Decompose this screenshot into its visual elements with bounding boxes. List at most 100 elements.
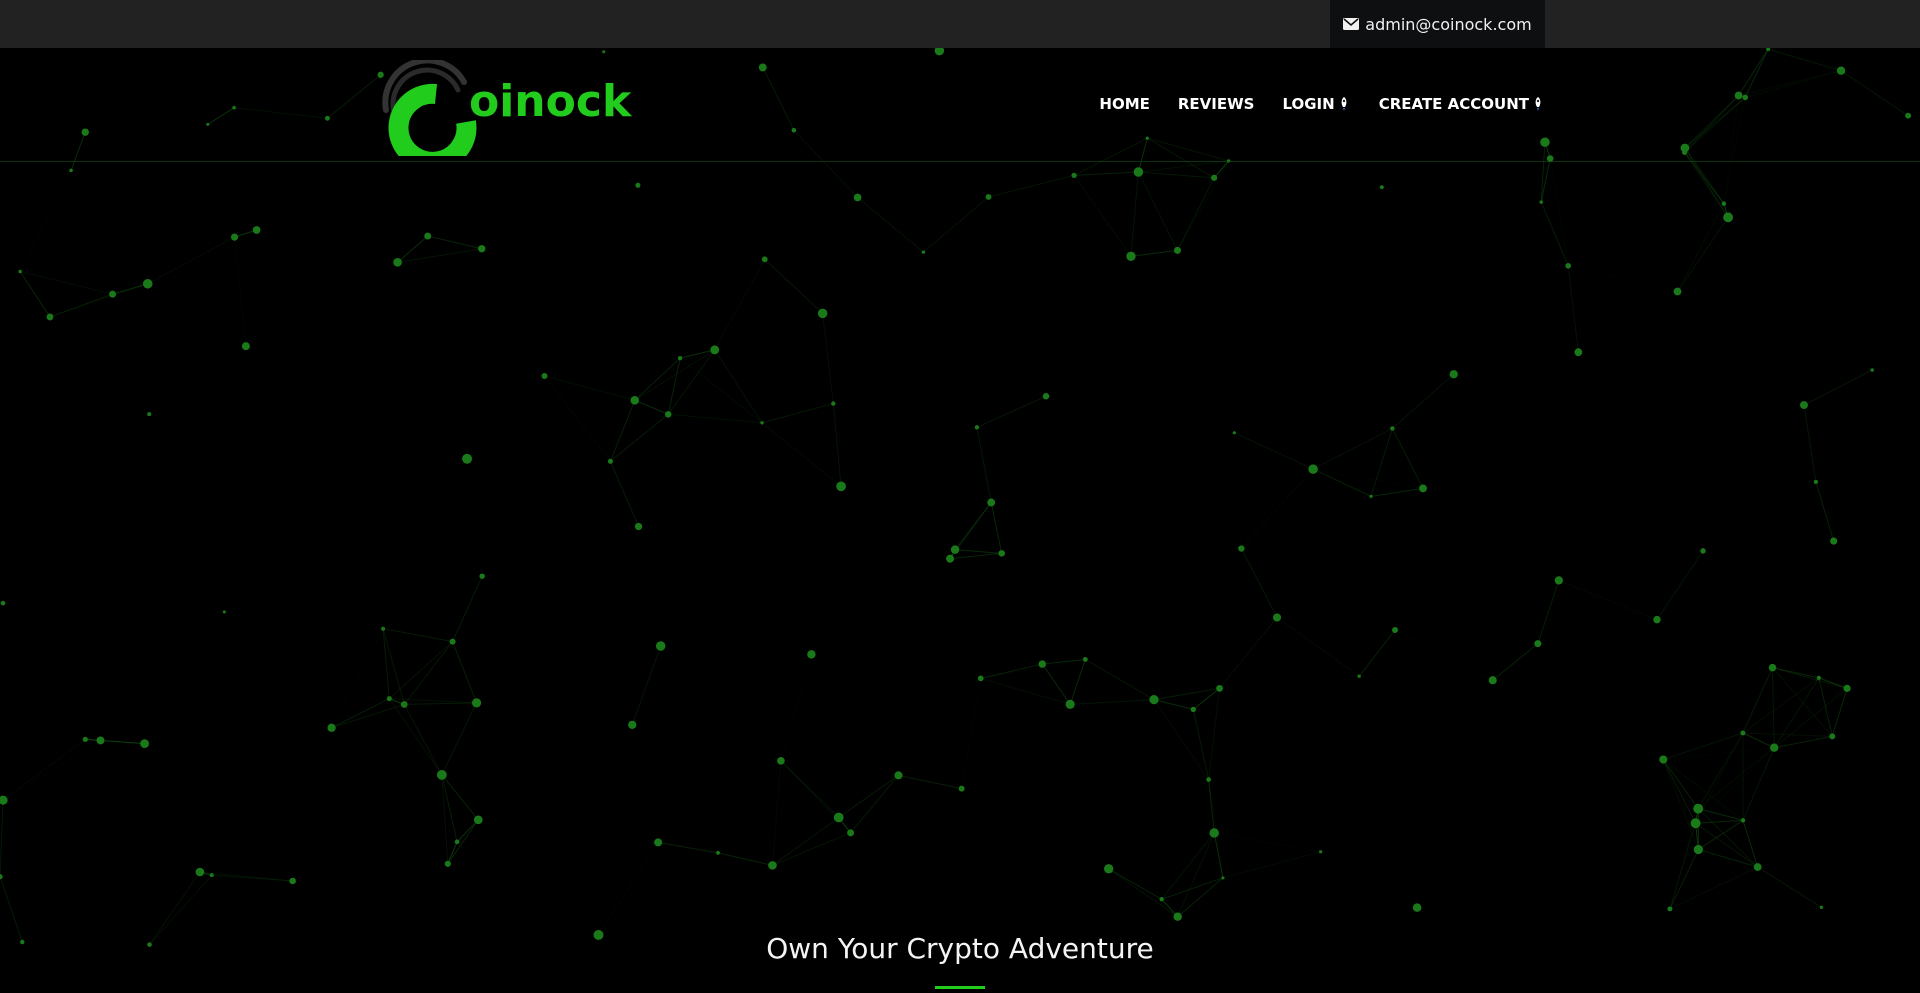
contact-email-link[interactable]: admin@coinock.com: [1330, 0, 1545, 48]
network-line: [1222, 851, 1321, 879]
network-node: [761, 256, 768, 263]
network-node: [958, 785, 965, 792]
network-line: [988, 174, 1075, 198]
hero-title-underline: [935, 986, 985, 989]
network-line: [1493, 580, 1559, 680]
network-node: [289, 877, 296, 885]
network-line: [1313, 468, 1424, 489]
network-line: [1392, 373, 1455, 429]
network-line: [598, 842, 659, 936]
network-node: [1216, 684, 1223, 692]
network-node: [1770, 743, 1779, 752]
network-line: [1219, 617, 1278, 689]
network-line: [456, 819, 479, 843]
network-node: [1653, 615, 1661, 624]
network-line: [610, 413, 669, 462]
network-line: [1695, 819, 1744, 824]
network-line: [1312, 468, 1372, 497]
network-node: [541, 373, 548, 379]
network-node: [974, 425, 980, 430]
network-line: [658, 842, 772, 865]
network-line: [639, 414, 669, 526]
network-line: [1214, 832, 1321, 853]
network-line: [20, 170, 71, 271]
network-node: [628, 720, 637, 729]
network-node: [807, 650, 816, 659]
network-node: [987, 498, 996, 507]
network-node: [241, 342, 250, 351]
network-line: [980, 677, 1071, 705]
network-line: [1391, 428, 1424, 489]
network-node: [1554, 576, 1563, 585]
network-node: [1574, 348, 1583, 357]
network-line: [980, 658, 1086, 679]
network-line: [950, 552, 1002, 560]
nav-reviews[interactable]: REVIEWS: [1178, 95, 1255, 113]
network-node: [1232, 431, 1236, 435]
network-node: [833, 812, 844, 823]
particle-network-background: [0, 48, 1912, 947]
network-line: [331, 703, 405, 729]
network-line: [0, 800, 4, 877]
nav-login[interactable]: LOGIN: [1282, 95, 1350, 113]
network-line: [467, 459, 482, 576]
network-node: [0, 795, 8, 805]
network-node: [836, 481, 846, 492]
network-node: [847, 829, 855, 837]
network-node: [393, 258, 402, 267]
network-node: [82, 736, 88, 742]
network-line: [1423, 374, 1454, 488]
network-line: [715, 313, 823, 349]
network-node: [222, 610, 226, 614]
network-line: [1137, 171, 1178, 251]
network-node: [252, 226, 261, 234]
rocket-icon: [1535, 97, 1541, 111]
network-line: [668, 413, 763, 424]
network-line: [1370, 487, 1424, 497]
network-node: [1173, 912, 1182, 921]
network-node: [1723, 212, 1733, 223]
network-node: [760, 421, 764, 425]
network-line: [832, 403, 842, 487]
network-line: [49, 283, 148, 318]
network-node: [1659, 755, 1668, 764]
network-line: [1208, 779, 1215, 834]
network-node: [1419, 484, 1427, 493]
network-line: [3, 740, 100, 800]
network-node: [1667, 906, 1673, 912]
network-node: [1488, 676, 1497, 685]
nav-login-label: LOGIN: [1282, 95, 1335, 113]
network-line: [1669, 866, 1758, 910]
network-line: [447, 819, 479, 865]
network-node: [0, 874, 3, 880]
network-line: [1831, 688, 1848, 737]
network-node: [1813, 479, 1819, 485]
network-node: [1133, 167, 1144, 177]
network-line: [2, 738, 86, 801]
network-line: [1320, 851, 1418, 909]
nav-reviews-label: REVIEWS: [1177, 95, 1255, 113]
network-line: [477, 703, 479, 820]
logo-text[interactable]: oinock: [469, 76, 631, 127]
network-node: [710, 345, 720, 355]
network-line: [1771, 667, 1775, 748]
network-node: [1211, 174, 1218, 181]
network-line: [1558, 579, 1658, 621]
network-node: [473, 815, 483, 825]
network-node: [1800, 401, 1808, 410]
network-node: [140, 739, 149, 748]
network-node: [1700, 548, 1706, 554]
nav-home[interactable]: HOME: [1099, 95, 1149, 113]
network-node: [195, 867, 205, 877]
network-line: [1234, 433, 1241, 549]
network-node: [1693, 844, 1703, 855]
network-node: [853, 193, 862, 202]
nav-home-label: HOME: [1099, 95, 1150, 113]
network-node: [424, 232, 432, 240]
network-line: [85, 738, 145, 745]
network-line: [961, 678, 982, 789]
network-line: [1549, 158, 1569, 266]
nav-create-account[interactable]: CREATE ACCOUNT: [1379, 95, 1545, 113]
network-node: [1534, 640, 1542, 648]
network-line: [383, 628, 453, 643]
